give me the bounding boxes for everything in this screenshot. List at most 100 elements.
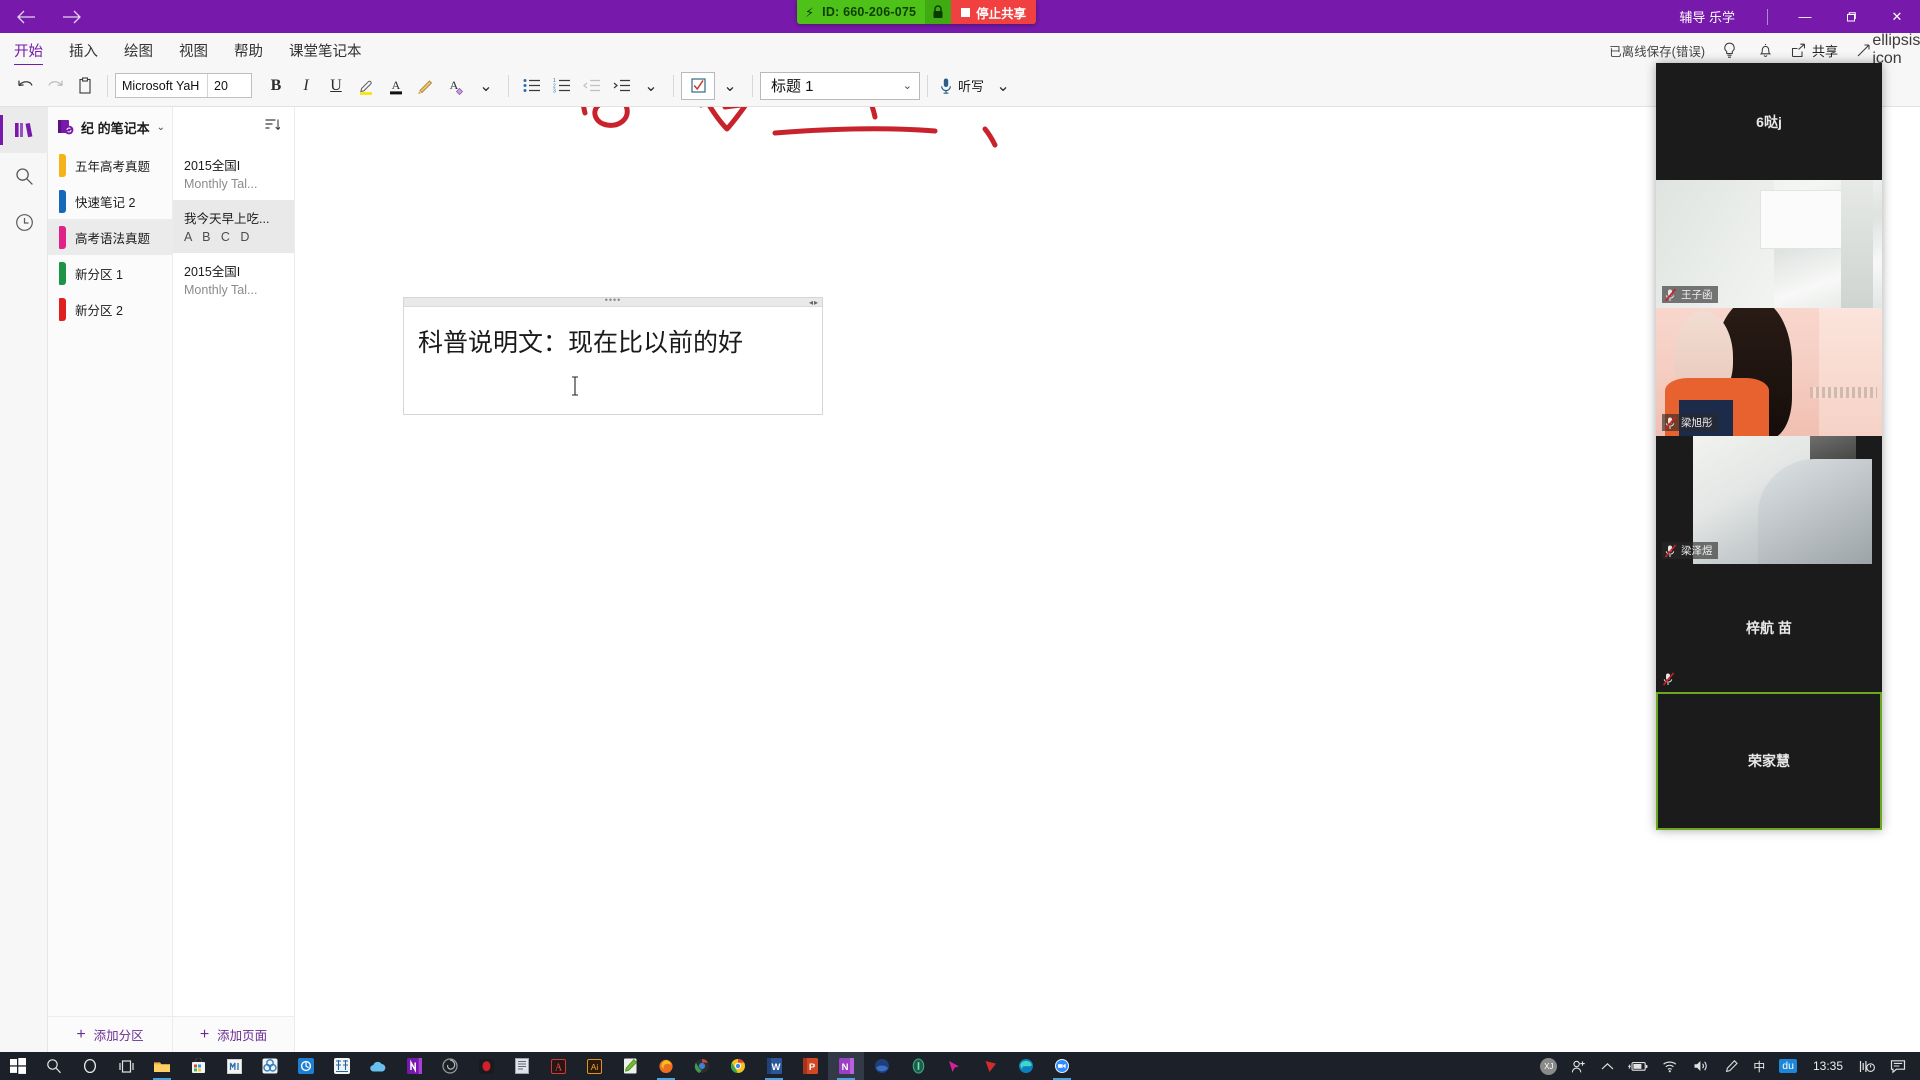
tab-insert[interactable]: 插入 xyxy=(69,40,98,65)
adobe-illustrator-icon[interactable]: Ai xyxy=(576,1052,612,1080)
powerpoint-icon[interactable]: P xyxy=(792,1052,828,1080)
search-icon[interactable] xyxy=(0,153,48,199)
text-note-container[interactable]: •••• ◂▸ 科普说明文：现在比以前的好 xyxy=(403,296,823,415)
taskbar-clock[interactable]: 13:35 xyxy=(1804,1059,1852,1073)
section-item-2[interactable]: 高考语法真题 xyxy=(48,219,172,255)
volume-icon[interactable] xyxy=(1686,1052,1717,1080)
dictionary-app-icon[interactable] xyxy=(324,1052,360,1080)
add-page-button[interactable]: + 添加页面 xyxy=(173,1016,294,1052)
paragraph-style-select[interactable]: 标题 1 ⌄ xyxy=(760,71,920,100)
spiral-app-icon[interactable] xyxy=(432,1052,468,1080)
paragraph-more-caret[interactable]: ⌄ xyxy=(636,71,666,101)
back-icon[interactable] xyxy=(14,5,38,29)
tab-draw[interactable]: 绘图 xyxy=(124,40,153,65)
magenta-cursor-icon[interactable] xyxy=(936,1052,972,1080)
chrome-dark-icon[interactable] xyxy=(684,1052,720,1080)
ime-badge[interactable]: du xyxy=(1772,1052,1804,1080)
undo-icon[interactable] xyxy=(10,71,40,101)
ime-mode-indicator[interactable]: 中 xyxy=(1746,1052,1772,1080)
note-drag-handle[interactable]: •••• ◂▸ xyxy=(404,296,822,307)
tab-view[interactable]: 视图 xyxy=(179,40,208,65)
bell-icon[interactable] xyxy=(1755,40,1777,60)
section-item-3[interactable]: 新分区 1 xyxy=(48,255,172,291)
share-button[interactable]: 共享 xyxy=(1791,41,1838,60)
lightbulb-icon[interactable] xyxy=(1719,40,1741,60)
notebook-header[interactable]: 纪 的笔记本 ⌄ xyxy=(48,107,172,147)
chevron-up-icon[interactable] xyxy=(1594,1052,1621,1080)
action-center-icon[interactable] xyxy=(1883,1052,1914,1080)
font-name-input[interactable]: Microsoft YaH xyxy=(116,74,208,97)
tag-more-caret[interactable]: ⌄ xyxy=(715,71,745,101)
file-explorer-folder-icon[interactable] xyxy=(144,1052,180,1080)
video-tile-2[interactable]: 梁旭彤 xyxy=(1656,308,1882,436)
video-tile-1[interactable]: 王子函 xyxy=(1656,180,1882,308)
video-tile-4[interactable]: 梓航 苗 xyxy=(1656,564,1882,692)
ellipsis-icon[interactable]: ellipsis-icon xyxy=(1872,32,1920,67)
blue-circle-app-icon[interactable] xyxy=(288,1052,324,1080)
onedrive-cloud-icon[interactable] xyxy=(360,1052,396,1080)
wifi-icon[interactable] xyxy=(1655,1052,1686,1080)
dictate-button[interactable]: 听写 xyxy=(935,76,988,95)
bullet-list-icon[interactable] xyxy=(516,71,546,101)
battery-icon[interactable] xyxy=(1621,1052,1655,1080)
google-chrome-icon[interactable] xyxy=(720,1052,756,1080)
section-item-0[interactable]: 五年高考真题 xyxy=(48,147,172,183)
format-painter-icon[interactable] xyxy=(411,71,441,101)
video-conference-panel[interactable]: 6哒j 王子函 梁旭彤 梁泽煜 梓航 苗 荣家慧 xyxy=(1656,63,1882,830)
maximize-button[interactable] xyxy=(1828,0,1874,33)
green-note-icon[interactable] xyxy=(612,1052,648,1080)
meeting-id-group[interactable]: ⚡ ID: 660-206-075 xyxy=(797,0,926,24)
microsoft-word-icon[interactable]: W xyxy=(756,1052,792,1080)
onenote-icon[interactable] xyxy=(396,1052,432,1080)
clock-icon[interactable] xyxy=(0,199,48,245)
expand-arrow-icon[interactable] xyxy=(1852,40,1874,60)
video-camera-icon[interactable] xyxy=(1044,1052,1080,1080)
dictate-caret[interactable]: ⌄ xyxy=(988,71,1018,101)
clear-formatting-icon[interactable]: A xyxy=(441,71,471,101)
forward-icon[interactable] xyxy=(60,5,84,29)
cortana-circle-icon[interactable] xyxy=(72,1052,108,1080)
close-button[interactable]: ✕ xyxy=(1874,0,1920,33)
note-heading-text[interactable]: 科普说明文：现在比以前的好 xyxy=(404,307,822,359)
page-item-2[interactable]: 2015全国I Monthly Tal... xyxy=(173,253,294,306)
red-play-icon[interactable] xyxy=(972,1052,1008,1080)
resize-handle-icon[interactable]: ◂▸ xyxy=(809,298,819,307)
account-name[interactable]: 辅导 乐学 xyxy=(1661,7,1753,26)
moon-app-icon[interactable] xyxy=(864,1052,900,1080)
highlighter-icon[interactable] xyxy=(351,71,381,101)
sort-icon[interactable] xyxy=(265,118,280,132)
checkbox-tag-icon[interactable] xyxy=(681,71,715,100)
adobe-acrobat-icon[interactable]: A xyxy=(540,1052,576,1080)
clipboard-icon[interactable] xyxy=(70,71,100,101)
redo-icon[interactable] xyxy=(40,71,70,101)
font-size-input[interactable]: 20 xyxy=(208,74,251,97)
page-item-1[interactable]: 我今天早上吃... A B C D xyxy=(173,200,294,253)
underline-button[interactable]: U xyxy=(321,71,351,101)
numbered-list-icon[interactable]: 123 xyxy=(546,71,576,101)
bold-button[interactable]: B xyxy=(261,71,291,101)
italic-button[interactable]: I xyxy=(291,71,321,101)
pen-icon[interactable] xyxy=(1717,1052,1746,1080)
tab-home[interactable]: 开始 xyxy=(14,40,43,66)
tab-class-notebook[interactable]: 课堂笔记本 xyxy=(289,40,362,65)
notepad-icon[interactable] xyxy=(504,1052,540,1080)
rings-app-icon[interactable] xyxy=(252,1052,288,1080)
people-icon[interactable] xyxy=(1564,1052,1594,1080)
add-section-button[interactable]: + 添加分区 xyxy=(48,1016,172,1052)
video-tile-3[interactable]: 梁泽煜 xyxy=(1656,436,1882,564)
microsoft-store-icon[interactable] xyxy=(180,1052,216,1080)
dark-red-app-icon[interactable] xyxy=(468,1052,504,1080)
firefox-icon[interactable] xyxy=(648,1052,684,1080)
tab-help[interactable]: 帮助 xyxy=(234,40,263,65)
meter-icon[interactable] xyxy=(1852,1052,1883,1080)
microsoft-edge-icon[interactable] xyxy=(1008,1052,1044,1080)
page-item-0[interactable]: 2015全国I Monthly Tal... xyxy=(173,147,294,200)
section-item-4[interactable]: 新分区 2 xyxy=(48,291,172,327)
m-app-icon[interactable] xyxy=(216,1052,252,1080)
avatar[interactable]: XJ xyxy=(1533,1052,1564,1080)
video-tile-0[interactable]: 6哒j xyxy=(1656,63,1882,180)
notebooks-icon[interactable] xyxy=(0,107,48,153)
section-item-1[interactable]: 快速笔记 2 xyxy=(48,183,172,219)
font-more-caret[interactable]: ⌄ xyxy=(471,71,501,101)
decrease-indent-icon[interactable] xyxy=(576,71,606,101)
